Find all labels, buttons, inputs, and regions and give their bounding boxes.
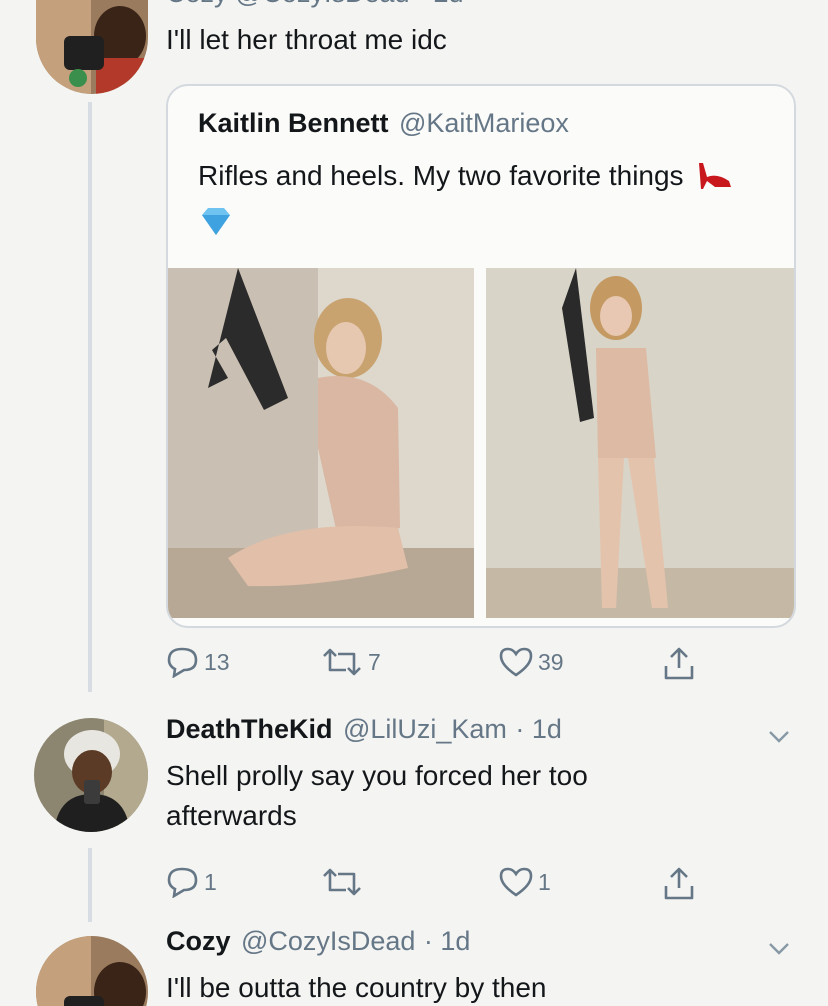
heart-icon — [499, 867, 533, 897]
author-name[interactable]: Cozy — [166, 926, 231, 956]
reply-icon — [167, 867, 198, 898]
author-handle[interactable]: @LilUzi_Kam — [343, 714, 507, 744]
diamond-icon — [198, 205, 234, 248]
author-handle[interactable]: @CozyIsDead — [241, 926, 415, 956]
tweet-text: I'll be outta the country by then — [166, 972, 547, 1003]
quoted-text: Rifles and heels. My two favorite things — [198, 156, 758, 248]
tweet-3-header: Cozy @CozyIsDead · 1d — [166, 926, 470, 957]
tweet-3[interactable]: Cozy @CozyIsDead · 1d I'll be outta the … — [0, 920, 828, 1006]
share-button[interactable] — [662, 866, 696, 902]
author-name[interactable]: DeathTheKid — [166, 714, 333, 744]
tweet-text: I'll let her throat me idc — [166, 24, 447, 55]
share-button[interactable] — [662, 646, 696, 682]
quoted-header: Kaitlin Bennett @KaitMarieox — [198, 108, 569, 139]
avatar[interactable] — [36, 936, 148, 1006]
timestamp[interactable]: · 1d — [515, 714, 562, 744]
like-button[interactable]: 39 — [498, 646, 564, 678]
reply-button[interactable]: 13 — [166, 646, 230, 678]
retweet-button[interactable] — [320, 866, 368, 898]
reply-button[interactable]: 1 — [166, 866, 217, 898]
tweet-2-actions: 1 1 — [166, 866, 726, 902]
reply-count: 13 — [204, 648, 230, 675]
tweet-text: Shell prolly say you forced her too afte… — [166, 760, 588, 831]
like-count: 39 — [538, 648, 564, 675]
like-button[interactable]: 1 — [498, 866, 551, 898]
tweet-2[interactable]: DeathTheKid @LilUzi_Kam · 1d Shell proll… — [0, 700, 828, 922]
tweet-2-header: DeathTheKid @LilUzi_Kam · 1d — [166, 714, 562, 745]
thread-line — [88, 848, 92, 922]
retweet-icon — [323, 868, 361, 896]
chevron-down-icon[interactable] — [768, 942, 790, 956]
timestamp[interactable]: · 1d — [424, 926, 471, 956]
quoted-handle: @KaitMarieox — [398, 108, 569, 138]
high-heel-icon — [695, 159, 735, 202]
like-count: 1 — [538, 868, 551, 895]
reply-icon — [167, 647, 198, 678]
tweet-1: Cozy @CozyIsDead · 2d I'll let her throa… — [0, 0, 828, 692]
tweet-header-cut: Cozy @CozyIsDead · 2d — [166, 0, 464, 9]
tweet-1-actions: 13 7 39 — [166, 646, 726, 682]
share-icon — [664, 647, 694, 680]
avatar[interactable] — [36, 0, 148, 94]
quoted-tweet-card[interactable]: Kaitlin Bennett @KaitMarieox Rifles and … — [166, 84, 796, 628]
reply-count: 1 — [204, 868, 217, 895]
retweet-icon — [323, 648, 361, 676]
photo-2[interactable] — [486, 268, 794, 618]
quoted-name: Kaitlin Bennett — [198, 108, 389, 138]
photo-1[interactable] — [168, 268, 474, 618]
avatar[interactable] — [34, 718, 148, 832]
thread-line — [88, 102, 92, 692]
retweet-button[interactable]: 7 — [320, 646, 381, 678]
retweet-count: 7 — [368, 648, 381, 675]
chevron-down-icon[interactable] — [768, 730, 790, 744]
share-icon — [664, 867, 694, 900]
heart-icon — [499, 647, 533, 677]
